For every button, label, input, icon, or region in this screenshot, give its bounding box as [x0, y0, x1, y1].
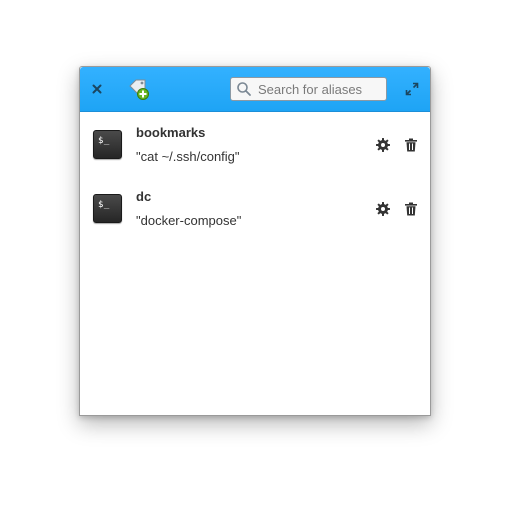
add-alias-icon [129, 79, 149, 100]
gear-icon [376, 202, 390, 216]
alias-name: dc [136, 189, 152, 204]
search-input[interactable] [258, 79, 383, 99]
terminal-icon-text: $_ [98, 136, 110, 146]
maximize-icon [405, 82, 419, 96]
delete-button[interactable] [403, 137, 419, 153]
settings-button[interactable] [375, 201, 391, 217]
gear-icon [376, 138, 390, 152]
settings-button[interactable] [375, 137, 391, 153]
app-window: $_ bookmarks "cat ~/.ssh/config" [79, 66, 431, 416]
terminal-icon-text: $_ [98, 200, 110, 210]
terminal-icon: $_ [93, 130, 122, 159]
add-alias-button[interactable] [126, 76, 152, 102]
search-icon [237, 82, 251, 96]
trash-icon [405, 138, 417, 152]
maximize-button[interactable] [404, 81, 420, 97]
terminal-icon: $_ [93, 194, 122, 223]
alias-name: bookmarks [136, 125, 206, 140]
close-button[interactable] [89, 81, 105, 97]
alias-command: "cat ~/.ssh/config" [136, 149, 240, 164]
header-bar [80, 67, 430, 112]
search-box[interactable] [230, 77, 387, 101]
close-icon [92, 84, 102, 94]
trash-icon [405, 202, 417, 216]
delete-button[interactable] [403, 201, 419, 217]
alias-command: "docker-compose" [136, 213, 242, 228]
